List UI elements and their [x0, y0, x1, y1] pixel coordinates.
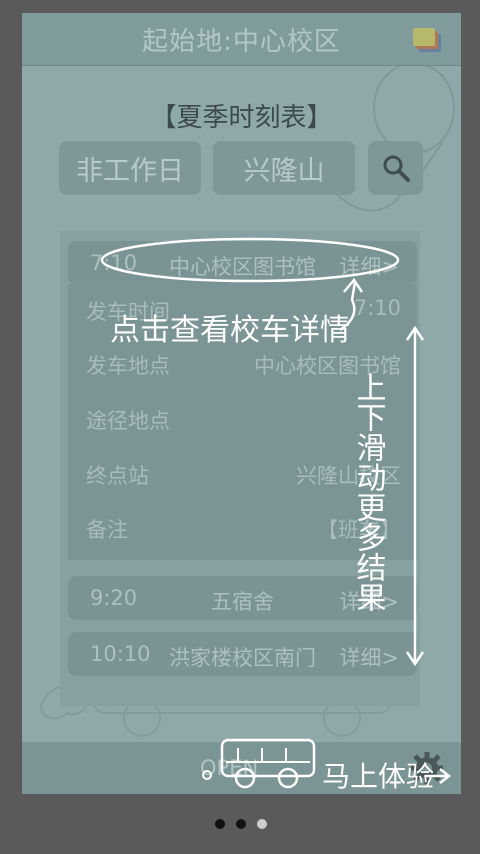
detail-value: 兴隆山校区: [296, 464, 401, 488]
page-dot-active[interactable]: [257, 819, 267, 829]
detail-link[interactable]: 详细>: [339, 586, 399, 616]
detail-key: 终点站: [86, 464, 149, 488]
detail-remark: 备注 【班车】: [86, 514, 401, 544]
detail-departure-time: 发车时间 7:10: [86, 296, 401, 326]
page-indicator: [0, 819, 480, 831]
title-bar: 起始地:中心校区: [22, 13, 461, 66]
search-icon: [383, 155, 410, 182]
schedule-detail-panel: 发车时间 7:10 发车地点 中心校区图书馆 途径地点 终点站 兴隆山校区 备注…: [68, 284, 417, 560]
search-button[interactable]: [368, 141, 423, 195]
detail-value: 7:10: [353, 296, 401, 320]
detail-terminal: 终点站 兴隆山校区: [86, 460, 401, 490]
detail-value: 【班车】: [317, 518, 401, 542]
guide-screen: 起始地:中心校区 【夏季时刻表】 非工作日 兴隆山 7:10 中心校区图书馆 详…: [22, 13, 461, 794]
detail-key: 途径地点: [86, 409, 170, 433]
detail-link[interactable]: 详细>: [339, 251, 399, 281]
page-title: 起始地:中心校区: [142, 26, 341, 57]
gear-icon[interactable]: [409, 750, 445, 786]
schedule-row[interactable]: 7:10 中心校区图书馆 详细>: [68, 241, 417, 285]
day-type-button[interactable]: 非工作日: [59, 141, 201, 195]
bottom-bar: OPEN: [22, 742, 461, 794]
destination-button[interactable]: 兴隆山: [213, 141, 355, 195]
detail-key: 发车地点: [86, 354, 170, 378]
detail-key: 备注: [86, 518, 128, 542]
timetable-title: 【夏季时刻表】: [150, 103, 333, 133]
open-label: OPEN: [200, 756, 259, 780]
schedule-row[interactable]: 9:20 五宿舍 详细>: [68, 576, 417, 620]
detail-via: 途径地点: [86, 405, 401, 435]
layers-icon[interactable]: [413, 27, 443, 55]
detail-key: 发车时间: [86, 300, 170, 324]
detail-link[interactable]: 详细>: [339, 642, 399, 672]
page-dot[interactable]: [215, 819, 225, 829]
detail-value: 中心校区图书馆: [254, 354, 401, 378]
page-dot[interactable]: [236, 819, 246, 829]
schedule-row[interactable]: 10:10 洪家楼校区南门 详细>: [68, 632, 417, 676]
detail-departure-place: 发车地点 中心校区图书馆: [86, 350, 401, 380]
